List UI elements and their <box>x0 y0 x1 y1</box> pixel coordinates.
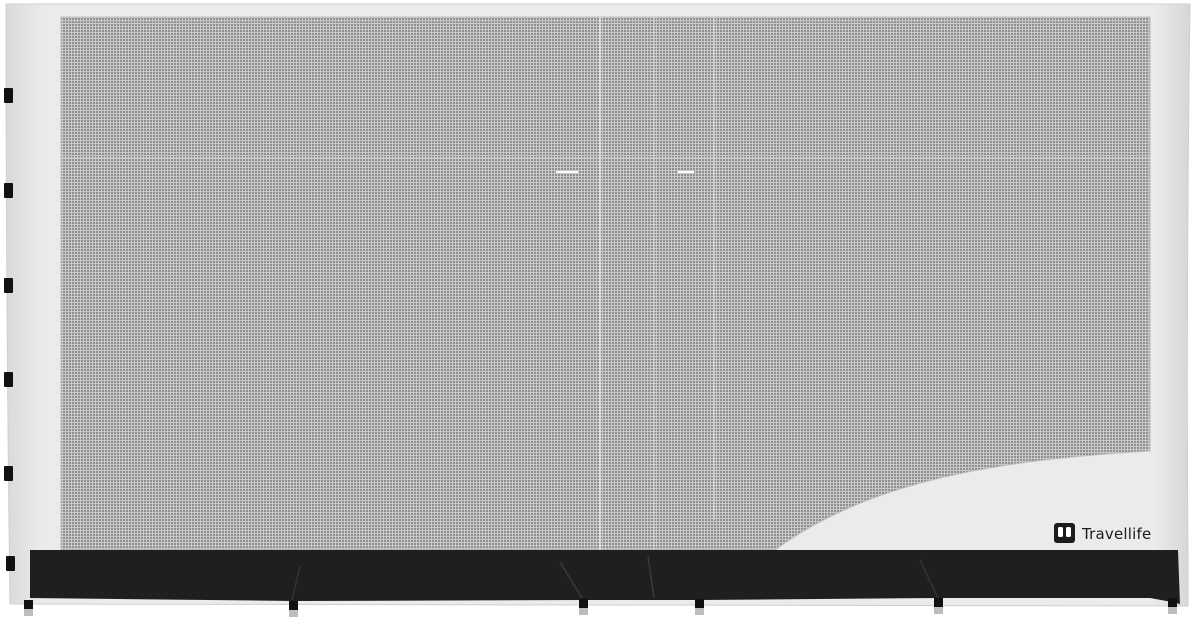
peg-loop <box>1168 607 1177 614</box>
peg-loop <box>934 607 943 614</box>
peg-loop <box>579 608 588 615</box>
peg-loop <box>24 609 33 616</box>
brand-name: Travellife <box>1082 525 1152 543</box>
edge-tab <box>4 183 13 198</box>
edge-tab <box>4 466 13 481</box>
peg-loop <box>24 600 33 609</box>
bottom-skirt <box>30 550 1180 604</box>
peg-loop <box>579 599 588 608</box>
peg-loop <box>289 601 298 610</box>
peg-loop <box>934 598 943 607</box>
travellife-logo-icon <box>1054 523 1075 543</box>
side-wall-panel: Travellife <box>0 0 1200 621</box>
peg-loop <box>695 608 704 615</box>
side-wall-illustration <box>4 3 1191 617</box>
edge-tab <box>4 278 13 293</box>
edge-tab <box>4 372 13 387</box>
peg-loop <box>695 599 704 608</box>
peg-loop <box>289 610 298 617</box>
peg-loop <box>1168 598 1177 607</box>
edge-tab <box>4 88 13 103</box>
edge-tab <box>6 556 15 571</box>
